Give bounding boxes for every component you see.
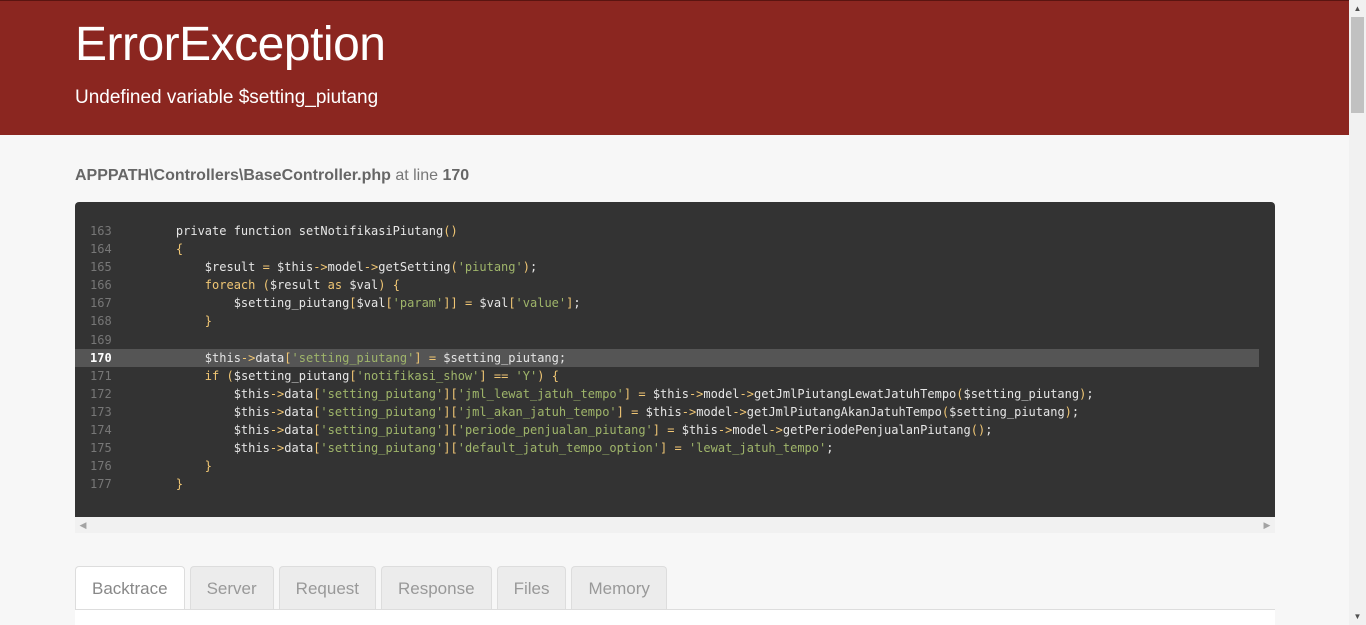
code-text: $result = $this->model->getSetting('piut… [147,260,538,275]
code-text: } [204,459,213,474]
line-number: 164 [90,242,112,257]
at-line-text: at line [390,167,443,184]
code-line: 168 } [75,312,1275,330]
source-location: APPPATH\Controllers\BaseController.php a… [75,167,469,185]
code-text: foreach ($result as $val) { [204,278,400,293]
tab-server[interactable]: Server [189,566,274,610]
tab-files[interactable]: Files [496,566,567,610]
line-number: 168 [90,314,112,329]
code-line: 173 $this->data['setting_piutang']['jml_… [75,403,1275,421]
line-number: 171 [90,368,112,383]
line-number: 163 [90,224,112,238]
source-code-block: 163 private function setNotifikasiPiutan… [75,202,1275,533]
vertical-scrollbar[interactable]: ▲ ▼ [1349,0,1366,625]
code-line: 164 { [75,240,1275,258]
code-text: } [175,477,184,492]
line-number: 169 [90,332,112,347]
code-text: { [175,242,184,257]
code-line: 166 foreach ($result as $val) { [75,276,1275,294]
line-number: 173 [90,404,112,419]
code-line: 177 } [75,475,1275,493]
line-number: 170 [90,350,112,365]
line-number: 174 [90,423,112,438]
code-text: if ($setting_piutang['notifikasi_show'] … [204,368,559,383]
code-line: 163 private function setNotifikasiPiutan… [75,222,1275,240]
error-message: Undefined variable $setting_piutang [75,87,379,108]
error-title: ErrorException [75,18,386,71]
chevron-down-icon[interactable]: ▼ [1349,608,1366,625]
code-text: $this->data['setting_piutang'] = $settin… [147,350,567,365]
line-number: 175 [90,441,112,456]
code-line: 167 $setting_piutang[$val['param']] = $v… [75,294,1275,312]
line-number: 176 [90,459,112,474]
code-text: $this->data['setting_piutang']['jml_lewa… [147,386,1094,401]
horizontal-scrollbar[interactable]: ◀ ▶ [75,517,1275,533]
tab-panel [75,609,1275,625]
tab-response[interactable]: Response [381,566,492,610]
line-number: 166 [90,278,112,293]
error-page: ErrorException Undefined variable $setti… [0,0,1349,625]
code-line-highlighted: 170 $this->data['setting_piutang'] = $se… [75,348,1259,367]
scrollbar-thumb[interactable] [1351,17,1364,113]
error-header: ErrorException Undefined variable $setti… [0,0,1349,135]
code-line: 171 if ($setting_piutang['notifikasi_sho… [75,367,1275,385]
source-line-number: 170 [442,167,470,184]
line-number: 167 [90,296,112,311]
code-text: private function setNotifikasiPiutang() [147,224,458,238]
code-line: 172 $this->data['setting_piutang']['jml_… [75,385,1275,403]
tab-request[interactable]: Request [278,566,376,610]
code-text: $this->data['setting_piutang']['jml_akan… [147,404,1080,419]
code-line: 175 $this->data['setting_piutang']['defa… [75,439,1275,457]
code-text: $this->data['setting_piutang']['periode_… [147,423,993,438]
code-line: 169 [75,331,1275,349]
code-text: } [204,314,213,329]
source-path: APPPATH\Controllers\BaseController.php [75,167,391,184]
chevron-left-icon[interactable]: ◀ [75,517,91,533]
code-line: 165 $result = $this->model->getSetting('… [75,258,1275,276]
code-text: $this->data['setting_piutang']['default_… [147,441,834,456]
line-number: 177 [90,477,112,492]
line-number: 172 [90,386,112,401]
code-line: 176 } [75,457,1275,475]
code-line: 174 $this->data['setting_piutang']['peri… [75,421,1275,439]
chevron-up-icon[interactable]: ▲ [1349,0,1366,17]
code-text: $setting_piutang[$val['param']] = $val['… [147,296,581,311]
code-listing: 163 private function setNotifikasiPiutan… [75,202,1275,517]
tab-memory[interactable]: Memory [571,566,667,610]
line-number: 165 [90,260,112,275]
chevron-right-icon[interactable]: ▶ [1259,517,1275,533]
